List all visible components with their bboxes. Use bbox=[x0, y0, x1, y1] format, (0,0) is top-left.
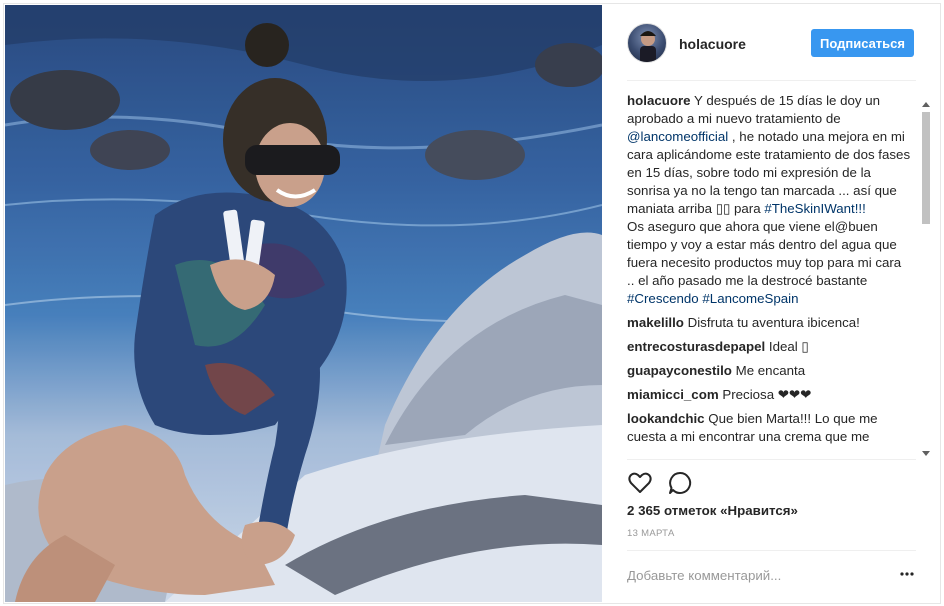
scroll-up-arrow-icon[interactable] bbox=[922, 102, 930, 107]
divider bbox=[627, 550, 916, 551]
comment-username[interactable]: lookandchic bbox=[627, 411, 705, 426]
comment-username[interactable]: guapayconestilo bbox=[627, 363, 732, 378]
heart-icon[interactable] bbox=[627, 470, 653, 496]
post-photo[interactable] bbox=[5, 5, 602, 602]
comment-text: Me encanta bbox=[735, 363, 806, 378]
likes-count[interactable]: 2 365 отметок «Нравится» bbox=[627, 503, 798, 518]
comment-item: entrecosturasdepapel Ideal ▯ bbox=[627, 338, 912, 356]
more-options-icon[interactable] bbox=[899, 566, 915, 582]
comment-username[interactable]: miamicci_com bbox=[627, 387, 719, 402]
comment-text: Ideal ▯ bbox=[768, 339, 809, 354]
avatar-image bbox=[640, 31, 656, 62]
post-header: holacuore Подписаться bbox=[603, 4, 940, 80]
divider bbox=[627, 459, 916, 460]
post-actions bbox=[627, 470, 727, 498]
caption-hashtag[interactable]: #TheSkinIWant!!! bbox=[764, 201, 866, 216]
comment-username[interactable]: makelillo bbox=[627, 315, 684, 330]
header-username[interactable]: holacuore bbox=[679, 36, 746, 52]
caption-hashtag[interactable]: #Crescendo bbox=[627, 291, 699, 306]
comment-item: guapayconestilo Me encanta bbox=[627, 362, 912, 380]
caption: holacuore Y después de 15 días le doy un… bbox=[627, 92, 912, 308]
comment-username[interactable]: entrecosturasdepapel bbox=[627, 339, 765, 354]
comment-item: lookandchic Que bien Marta!!! Lo que me … bbox=[627, 410, 912, 446]
follow-button[interactable]: Подписаться bbox=[811, 29, 914, 57]
comment-item: makelillo Disfruta tu aventura ibicenca! bbox=[627, 314, 912, 332]
comment-text: Preciosa ❤❤❤ bbox=[722, 387, 812, 402]
photo-illustration bbox=[5, 5, 602, 602]
post-details-panel: holacuore Подписаться holacuore Y despué… bbox=[603, 4, 940, 602]
scroll-down-arrow-icon[interactable] bbox=[922, 451, 930, 456]
post-date: 13 МАРТА bbox=[627, 528, 675, 539]
caption-hashtag[interactable]: #LancomeSpain bbox=[702, 291, 798, 306]
comment-icon[interactable] bbox=[667, 470, 693, 496]
comments-scrollbar[interactable] bbox=[919, 98, 933, 460]
avatar[interactable] bbox=[627, 23, 667, 63]
scrollbar-thumb[interactable] bbox=[922, 112, 930, 224]
comment-item: miamicci_com Preciosa ❤❤❤ bbox=[627, 386, 912, 404]
caption-username[interactable]: holacuore bbox=[627, 93, 691, 108]
comments-list[interactable]: holacuore Y después de 15 días le doy un… bbox=[603, 92, 940, 462]
comment-text: Disfruta tu aventura ibicenca! bbox=[687, 315, 860, 330]
caption-mention[interactable]: @lancomeofficial bbox=[627, 129, 728, 144]
divider bbox=[627, 80, 916, 81]
add-comment-input[interactable] bbox=[627, 564, 877, 586]
caption-text: Os aseguro que ahora que viene el@buen t… bbox=[627, 219, 902, 288]
